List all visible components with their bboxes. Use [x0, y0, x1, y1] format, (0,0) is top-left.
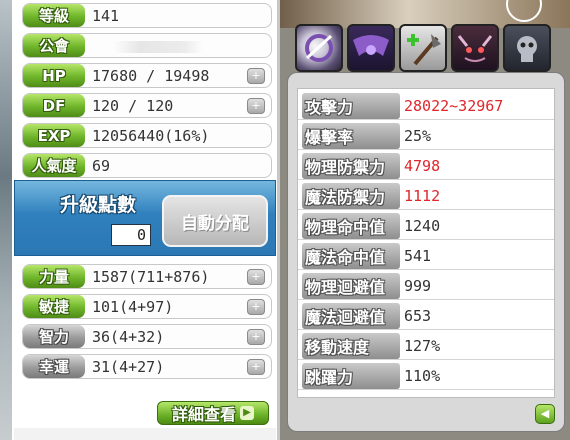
df-plus-button[interactable]: +: [247, 98, 265, 114]
magic-def-label: 魔法防禦力: [302, 182, 400, 209]
dex-row: 敏捷 101(4+97) +: [22, 294, 272, 319]
attack-value: 28022~32967: [404, 96, 504, 115]
skull-icon[interactable]: [503, 24, 551, 72]
df-row: DF 120 / 120 +: [22, 93, 272, 118]
detail-stat-row: 魔法命中值 541: [298, 242, 554, 270]
dex-plus-button[interactable]: +: [247, 299, 265, 315]
dex-label: 敏捷: [23, 295, 85, 318]
speed-value: 127%: [404, 336, 441, 355]
exp-label: EXP: [23, 124, 85, 147]
luk-row: 幸運 31(4+27) +: [22, 354, 272, 379]
guild-name-blurred: [113, 41, 203, 53]
ring-slash-icon[interactable]: [295, 24, 343, 72]
magic-acc-label: 魔法命中值: [302, 242, 400, 269]
luk-value: 31(4+27): [92, 357, 165, 376]
phys-def-label: 物理防禦力: [302, 152, 400, 179]
detail-stat-row: 魔法防禦力 1112: [298, 182, 554, 210]
jump-label: 跳躍力: [302, 362, 400, 389]
level-value: 141: [92, 6, 120, 25]
detail-stat-row: 物理防禦力 4798: [298, 152, 554, 180]
phys-acc-label: 物理命中值: [302, 212, 400, 239]
luk-label: 幸運: [23, 355, 85, 378]
detail-stat-row: 攻擊力 28022~32967: [298, 92, 554, 120]
auto-assign-button[interactable]: 自動分配: [162, 195, 268, 247]
str-label: 力量: [23, 265, 85, 288]
magic-acc-value: 541: [404, 246, 432, 265]
guild-label: 公會: [23, 34, 85, 57]
detail-view-button[interactable]: 詳細查看 ▶: [157, 401, 269, 425]
speed-label: 移動速度: [302, 332, 400, 359]
int-plus-button[interactable]: +: [247, 329, 265, 345]
exp-row: EXP 12056440(16%): [22, 123, 272, 148]
crit-rate-label: 爆擊率: [302, 122, 400, 149]
hp-value: 17680 / 19498: [92, 66, 210, 85]
detail-stat-row: 物理命中值 1240: [298, 212, 554, 240]
str-row: 力量 1587(711+876) +: [22, 264, 272, 289]
fame-row: 人氣度 69: [22, 153, 272, 178]
magic-def-value: 1112: [404, 186, 441, 205]
left-panel-footer: [14, 428, 276, 440]
dex-value: 101(4+97): [92, 297, 174, 316]
df-label: DF: [23, 94, 85, 117]
detail-view-label: 詳細查看: [171, 405, 236, 424]
detail-stat-row: 物理迴避值 999: [298, 272, 554, 300]
hp-plus-button[interactable]: +: [247, 68, 265, 84]
jump-value: 110%: [404, 366, 441, 385]
fame-value: 69: [92, 156, 111, 175]
int-row: 智力 36(4+32) +: [22, 324, 272, 349]
phys-avoid-value: 999: [404, 276, 432, 295]
luk-plus-button[interactable]: +: [247, 359, 265, 375]
ability-points-value: 0: [111, 224, 151, 246]
dark-wing-icon[interactable]: [347, 24, 395, 72]
plus-axe-icon[interactable]: [399, 24, 447, 72]
detail-stat-row: 移動速度 127%: [298, 332, 554, 360]
collapse-back-button[interactable]: ◀: [535, 404, 555, 424]
guild-row: 公會: [22, 33, 272, 58]
ability-points-title: 升級點數: [60, 194, 137, 216]
level-label: 等級: [23, 4, 85, 27]
crit-rate-value: 25%: [404, 126, 432, 145]
phys-avoid-label: 物理迴避值: [302, 272, 400, 299]
int-value: 36(4+32): [92, 327, 165, 346]
arrow-right-icon: ▶: [240, 406, 254, 420]
hp-row: HP 17680 / 19498 +: [22, 63, 272, 88]
str-value: 1587(711+876): [92, 267, 210, 286]
demon-face-icon[interactable]: [451, 24, 499, 72]
phys-def-value: 4798: [404, 156, 441, 175]
phys-acc-value: 1240: [404, 216, 441, 235]
level-row: 等級 141: [22, 3, 272, 28]
int-label: 智力: [23, 325, 85, 348]
str-plus-button[interactable]: +: [247, 269, 265, 285]
df-value: 120 / 120: [92, 96, 174, 115]
magic-avoid-label: 魔法迴避值: [302, 302, 400, 329]
detail-stat-row: 跳躍力 110%: [298, 362, 554, 390]
exp-value: 12056440(16%): [92, 126, 210, 145]
fame-label: 人氣度: [23, 154, 85, 177]
hp-label: HP: [23, 64, 85, 87]
detail-stat-row: 魔法迴避值 653: [298, 302, 554, 330]
attack-label: 攻擊力: [302, 92, 400, 119]
detail-stat-row: 爆擊率 25%: [298, 122, 554, 150]
magic-avoid-value: 653: [404, 306, 432, 325]
